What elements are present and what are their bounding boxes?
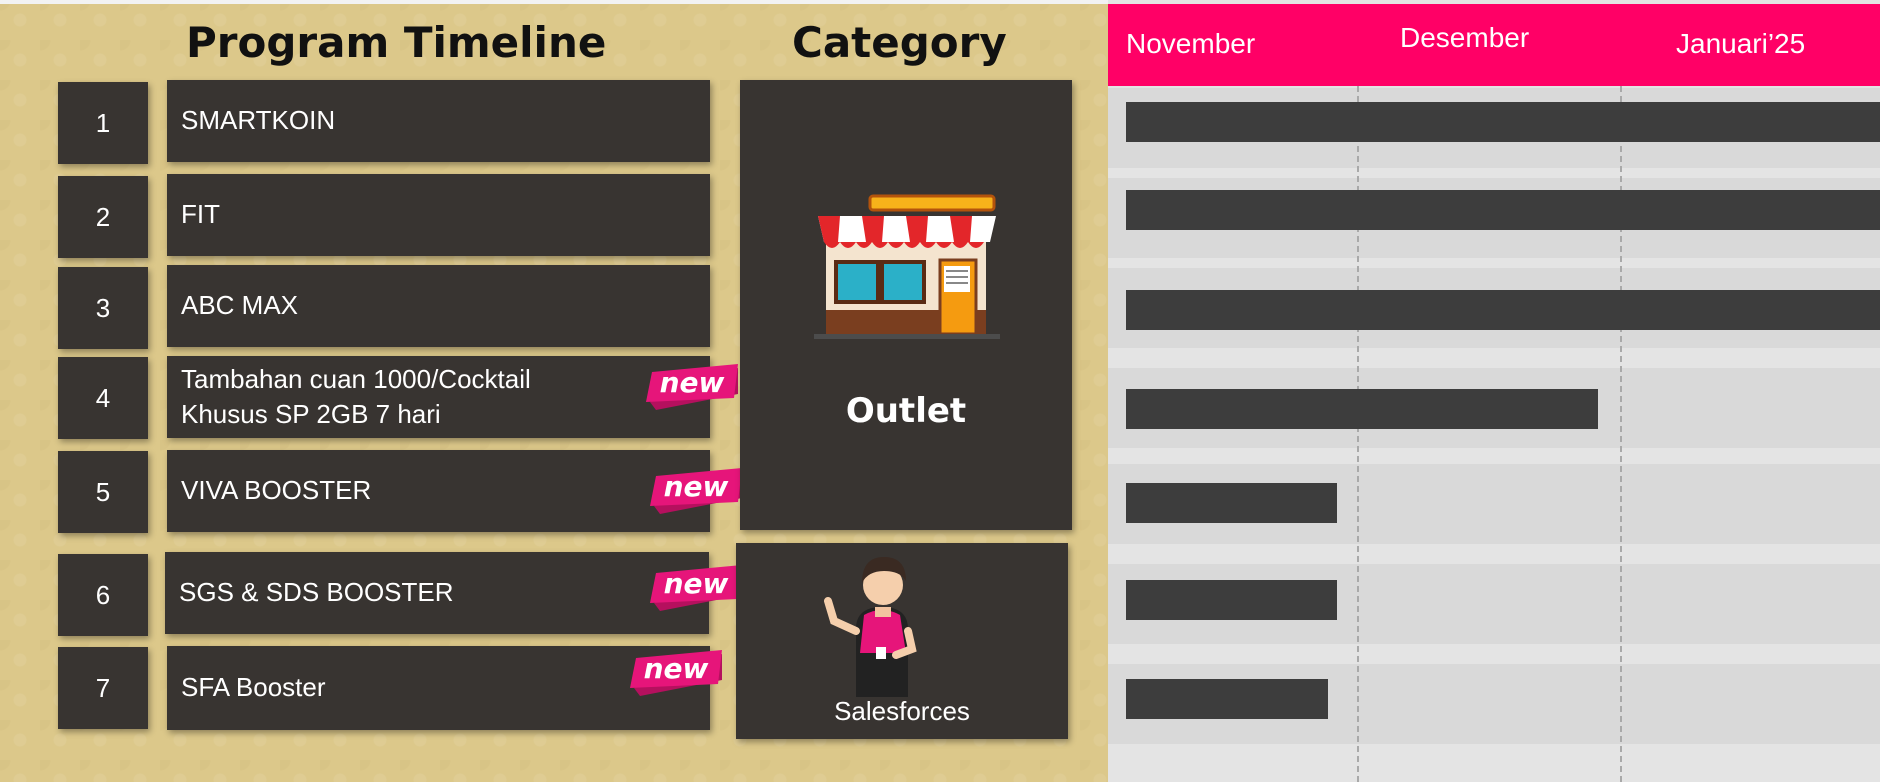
program-label-5: VIVA BOOSTER: [181, 475, 372, 506]
month-desember: Desember: [1400, 22, 1530, 53]
badge-text-5: new: [664, 470, 729, 503]
salesforces-label: Salesforces: [834, 696, 970, 726]
timeline-bar-6: [1126, 580, 1337, 620]
category-heading: Category: [792, 18, 1007, 67]
program-label-6: SGS & SDS BOOSTER: [179, 577, 454, 608]
program-timeline-heading: Program Timeline: [186, 18, 607, 67]
program-label-7: SFA Booster: [181, 672, 326, 703]
timeline-bar-5: [1126, 483, 1337, 523]
month-januari: Januari’25: [1676, 28, 1806, 59]
timeline-bar-4: [1126, 389, 1598, 429]
row-number-7: 7: [58, 647, 148, 729]
timeline-bar-7: [1126, 679, 1328, 719]
program-label-1: SMARTKOIN: [181, 105, 336, 136]
program-name-3: ABC MAX: [167, 265, 710, 347]
outlet-category-box: Outlet: [740, 80, 1072, 530]
new-badge-6: new: [646, 561, 746, 613]
program-name-6: SGS & SDS BOOSTER: [165, 552, 709, 634]
row-number-2: 2: [58, 176, 148, 258]
timeline-bar-3: [1126, 290, 1880, 330]
row-number-1: 1: [58, 82, 148, 164]
program-label-3: ABC MAX: [181, 290, 299, 321]
badge-text-6: new: [664, 567, 729, 600]
top-strip: [0, 0, 1108, 4]
new-badge-7: new: [626, 646, 726, 698]
timeline-bar-2: [1126, 190, 1880, 230]
row-number-4: 4: [58, 357, 148, 439]
badge-text-7: new: [644, 652, 709, 685]
salesperson-icon: [824, 557, 917, 697]
row-number-6: 6: [58, 554, 148, 636]
program-label-4: Tambahan cuan 1000/Cocktail Khusus SP 2G…: [181, 363, 531, 429]
program-name-5: VIVA BOOSTER: [167, 450, 710, 532]
program-label-2: FIT: [181, 199, 220, 230]
program-name-2: FIT: [167, 174, 710, 256]
row-number-3: 3: [58, 267, 148, 349]
outlet-label: Outlet: [845, 391, 967, 431]
new-badge-5: new: [646, 464, 746, 516]
shop-icon: [814, 194, 1000, 339]
row-number-5: 5: [58, 451, 148, 533]
program-name-4: Tambahan cuan 1000/Cocktail Khusus SP 2G…: [167, 356, 710, 438]
program-name-1: SMARTKOIN: [167, 80, 710, 162]
badge-text-4: new: [660, 366, 725, 399]
month-november: November: [1126, 28, 1256, 59]
new-badge-4: new: [642, 360, 742, 412]
salesforces-category-box: Salesforces: [736, 543, 1068, 739]
timeline-bar-1: [1126, 102, 1880, 142]
